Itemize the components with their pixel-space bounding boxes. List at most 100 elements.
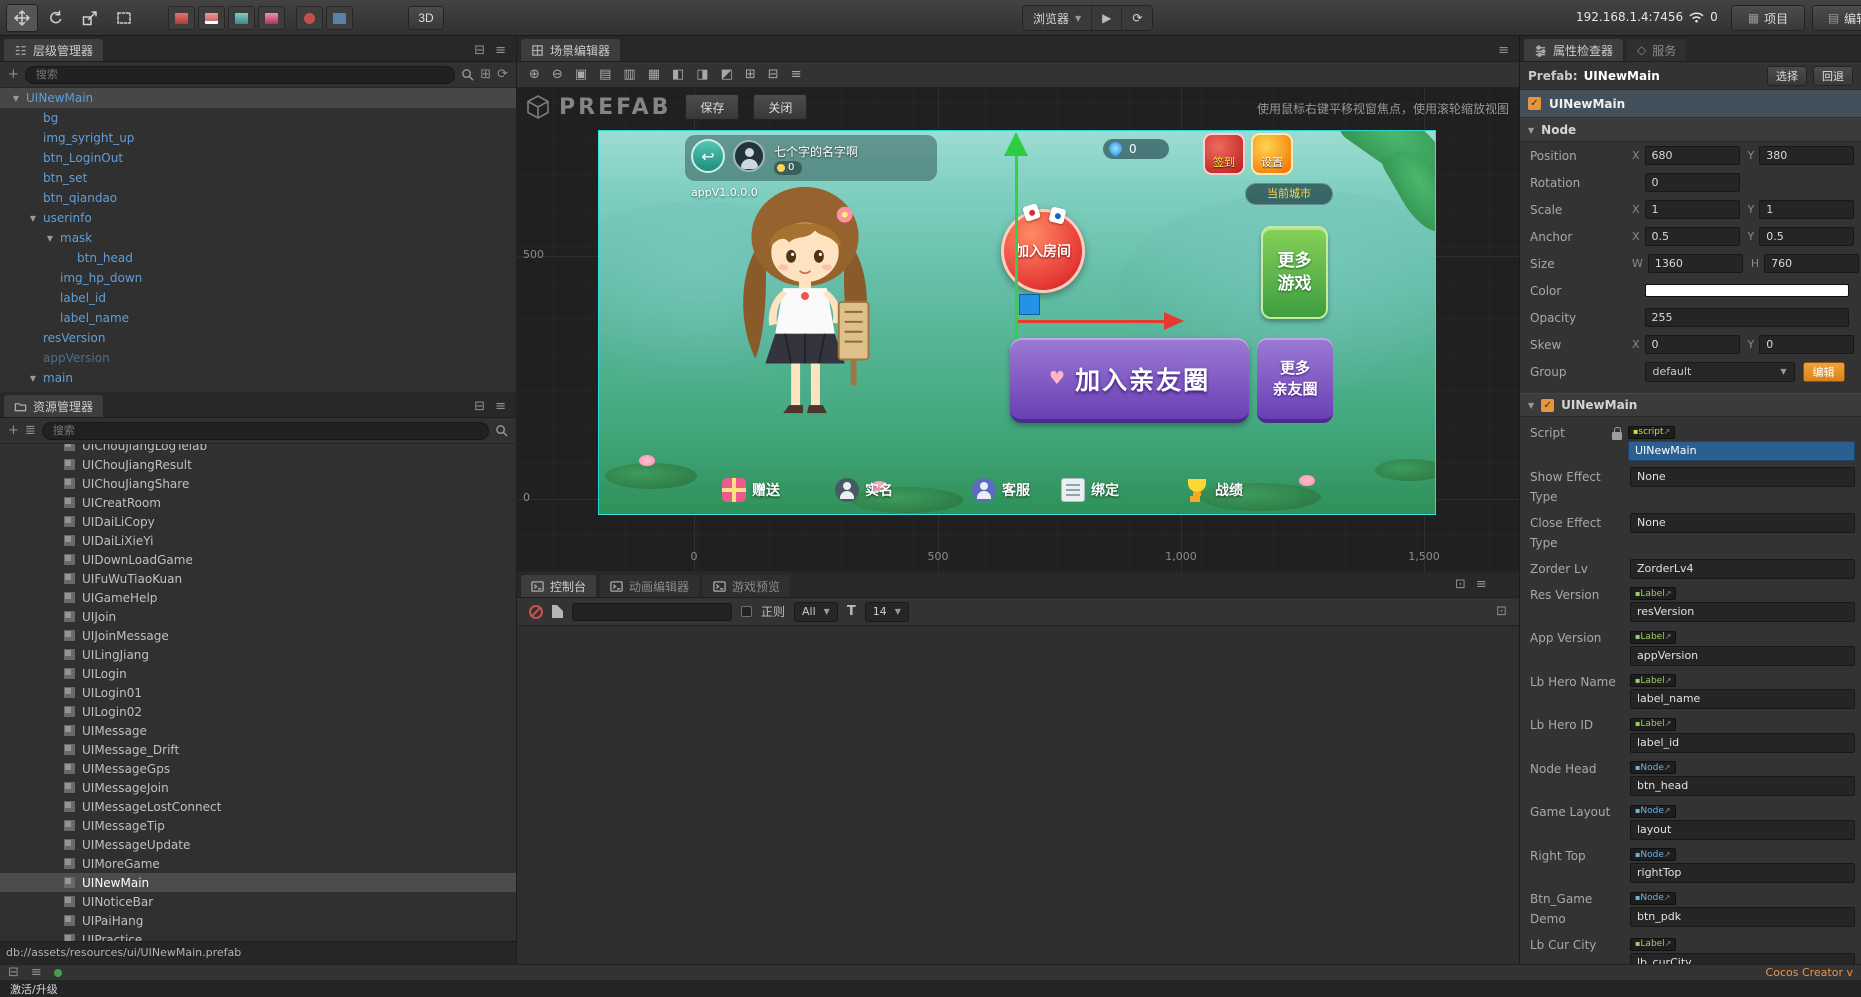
gizmo-y-arrow[interactable] <box>1004 132 1028 156</box>
panel-menu-icon[interactable]: ≡ <box>1476 578 1487 591</box>
game-root-node[interactable]: ↩ 七个字的名字啊 0 appV1.0.0.0 0 签到 设置 当前城市 <box>598 130 1436 515</box>
join-room-button[interactable]: 加入房间 <box>1001 209 1085 293</box>
save-prefab-button[interactable]: 保存 <box>685 94 739 120</box>
refresh-preview-button[interactable]: ⟳ <box>1122 6 1152 30</box>
hierarchy-node[interactable]: ▼ mask <box>0 228 516 248</box>
open-project-button[interactable]: ▦ 项目 <box>1731 5 1805 31</box>
property-value-field[interactable]: resVersion <box>1630 602 1855 622</box>
zoom-in-icon[interactable]: ⊕ <box>529 68 540 81</box>
move-tool-icon[interactable] <box>6 4 38 32</box>
asset-item[interactable]: UIChouJiangLogTelab <box>0 444 516 455</box>
asset-item[interactable]: UIJoinMessage <box>0 626 516 645</box>
add-node-icon[interactable]: + <box>8 68 19 81</box>
gizmo-xy-handle[interactable] <box>1019 294 1040 315</box>
skew-x-field[interactable]: 0 <box>1645 335 1740 354</box>
asset-item[interactable]: UILingJiang <box>0 645 516 664</box>
property-value-field[interactable]: rightTop <box>1630 863 1855 883</box>
zoom-reset-icon[interactable]: ▣ <box>575 68 587 81</box>
hierarchy-node[interactable]: appVersion <box>0 348 516 368</box>
settings-button[interactable]: 设置 <box>1251 133 1293 175</box>
property-value-field[interactable]: appVersion <box>1630 646 1855 666</box>
tab-services[interactable]: ◇ 服务 <box>1627 39 1686 61</box>
sort-icon[interactable]: ≣ <box>25 424 36 437</box>
asset-item[interactable]: UIMessage_Drift <box>0 740 516 759</box>
gizmo-x-arrow[interactable] <box>1164 312 1184 330</box>
property-value-field[interactable]: label_id <box>1630 733 1855 753</box>
plugin-icon-6[interactable] <box>326 6 353 30</box>
asset-item[interactable]: UIMessageJoin <box>0 778 516 797</box>
asset-item[interactable]: UIJoin <box>0 607 516 626</box>
expand-arrow-icon[interactable]: ▼ <box>27 214 39 223</box>
node-active-checkbox[interactable]: ✓ <box>1528 97 1541 110</box>
edit-group-button[interactable]: 编辑 <box>1803 362 1845 382</box>
distribute-vertical-icon[interactable]: ⊟ <box>768 68 779 81</box>
component-enabled-checkbox[interactable]: ✓ <box>1541 399 1554 412</box>
hierarchy-search-input[interactable] <box>25 66 455 84</box>
expand-arrow-icon[interactable]: ▼ <box>44 234 56 243</box>
dock-icon[interactable]: ⊟ <box>474 44 485 57</box>
asset-item[interactable]: UIPaiHang <box>0 911 516 930</box>
rect-tool-icon[interactable] <box>108 4 140 32</box>
collapse-arrow-icon[interactable]: ▼ <box>1528 401 1534 410</box>
align-middle-icon[interactable]: ▥ <box>623 68 635 81</box>
skew-y-field[interactable]: 0 <box>1759 335 1854 354</box>
asset-item[interactable]: UIChouJiangResult <box>0 455 516 474</box>
property-value-field[interactable]: btn_head <box>1630 776 1855 796</box>
property-value-field[interactable]: None <box>1630 513 1855 533</box>
plugin-icon-5[interactable] <box>296 6 323 30</box>
asset-item[interactable]: UIMessageLostConnect <box>0 797 516 816</box>
back-button[interactable]: ↩ <box>691 139 725 173</box>
console-output[interactable] <box>517 626 1519 964</box>
hierarchy-node[interactable]: btn_qiandao <box>0 188 516 208</box>
hierarchy-node[interactable]: label_name <box>0 308 516 328</box>
hierarchy-node[interactable]: bg <box>0 108 516 128</box>
hierarchy-node[interactable]: btn_LoginOut <box>0 148 516 168</box>
node-section-header[interactable]: ▼ Node <box>1520 118 1861 142</box>
asset-item[interactable]: UILogin01 <box>0 683 516 702</box>
add-asset-icon[interactable]: + <box>8 424 19 437</box>
more-games-button[interactable]: 更多 游戏 <box>1261 226 1328 319</box>
pin-console-icon[interactable]: ⊡ <box>1496 605 1507 618</box>
scale-x-field[interactable]: 1 <box>1645 200 1740 219</box>
select-prefab-button[interactable]: 选择 <box>1767 66 1807 86</box>
group-select[interactable]: default ▼ <box>1645 362 1795 382</box>
revert-prefab-button[interactable]: 回退 <box>1813 66 1853 86</box>
3d-view-toggle-button[interactable]: 3D <box>408 6 444 30</box>
asset-item[interactable]: UIDaiLiCopy <box>0 512 516 531</box>
open-editor-button[interactable]: ▤ 编辑器 <box>1812 5 1861 31</box>
regex-checkbox[interactable] <box>741 606 752 617</box>
hierarchy-node[interactable]: ▼ UINewMain <box>0 88 516 108</box>
console-toggle-icon[interactable]: ⊟ <box>8 966 19 979</box>
assets-search-input[interactable] <box>42 422 489 440</box>
size-h-field[interactable]: 760 <box>1764 254 1859 273</box>
join-club-button[interactable]: ♥ 加入亲友圈 <box>1010 338 1249 423</box>
collapse-arrow-icon[interactable]: ▼ <box>1528 126 1534 135</box>
records-button[interactable]: 战绩 <box>1185 473 1243 507</box>
hierarchy-node[interactable]: btn_head <box>0 248 516 268</box>
asset-item[interactable]: UIFuWuTiaoKuan <box>0 569 516 588</box>
plugin-icon-3[interactable] <box>228 6 255 30</box>
dock-icon[interactable]: ⊟ <box>474 400 485 413</box>
tab-assets[interactable]: 资源管理器 <box>4 395 103 417</box>
property-value-field[interactable]: layout <box>1630 820 1855 840</box>
scale-y-field[interactable]: 1 <box>1759 200 1854 219</box>
tab-scene-editor[interactable]: 场景编辑器 <box>521 39 620 61</box>
property-value-field[interactable]: ZorderLv4 <box>1630 559 1855 579</box>
hierarchy-node[interactable]: img_syright_up <box>0 128 516 148</box>
plugin-icon-1[interactable] <box>168 6 195 30</box>
tab-console[interactable]: 控制台 <box>521 575 596 597</box>
rotation-field[interactable]: 0 <box>1645 173 1740 192</box>
support-button[interactable]: 客服 <box>972 473 1030 507</box>
asset-item[interactable]: UIDownLoadGame <box>0 550 516 569</box>
asset-item[interactable]: UIMessageUpdate <box>0 835 516 854</box>
search-icon[interactable] <box>495 424 508 437</box>
asset-item[interactable]: UILogin02 <box>0 702 516 721</box>
activate-upgrade-link[interactable]: 激活/升级 <box>10 981 58 997</box>
asset-item[interactable]: UINewMain <box>0 873 516 892</box>
play-button[interactable]: ▶ <box>1092 6 1122 30</box>
plugin-icon-4[interactable] <box>258 6 285 30</box>
anchor-y-field[interactable]: 0.5 <box>1759 227 1854 246</box>
align-center-icon[interactable]: ◨ <box>696 68 708 81</box>
log-level-select[interactable]: All ▼ <box>794 602 838 622</box>
signin-button[interactable]: 签到 <box>1203 133 1245 175</box>
